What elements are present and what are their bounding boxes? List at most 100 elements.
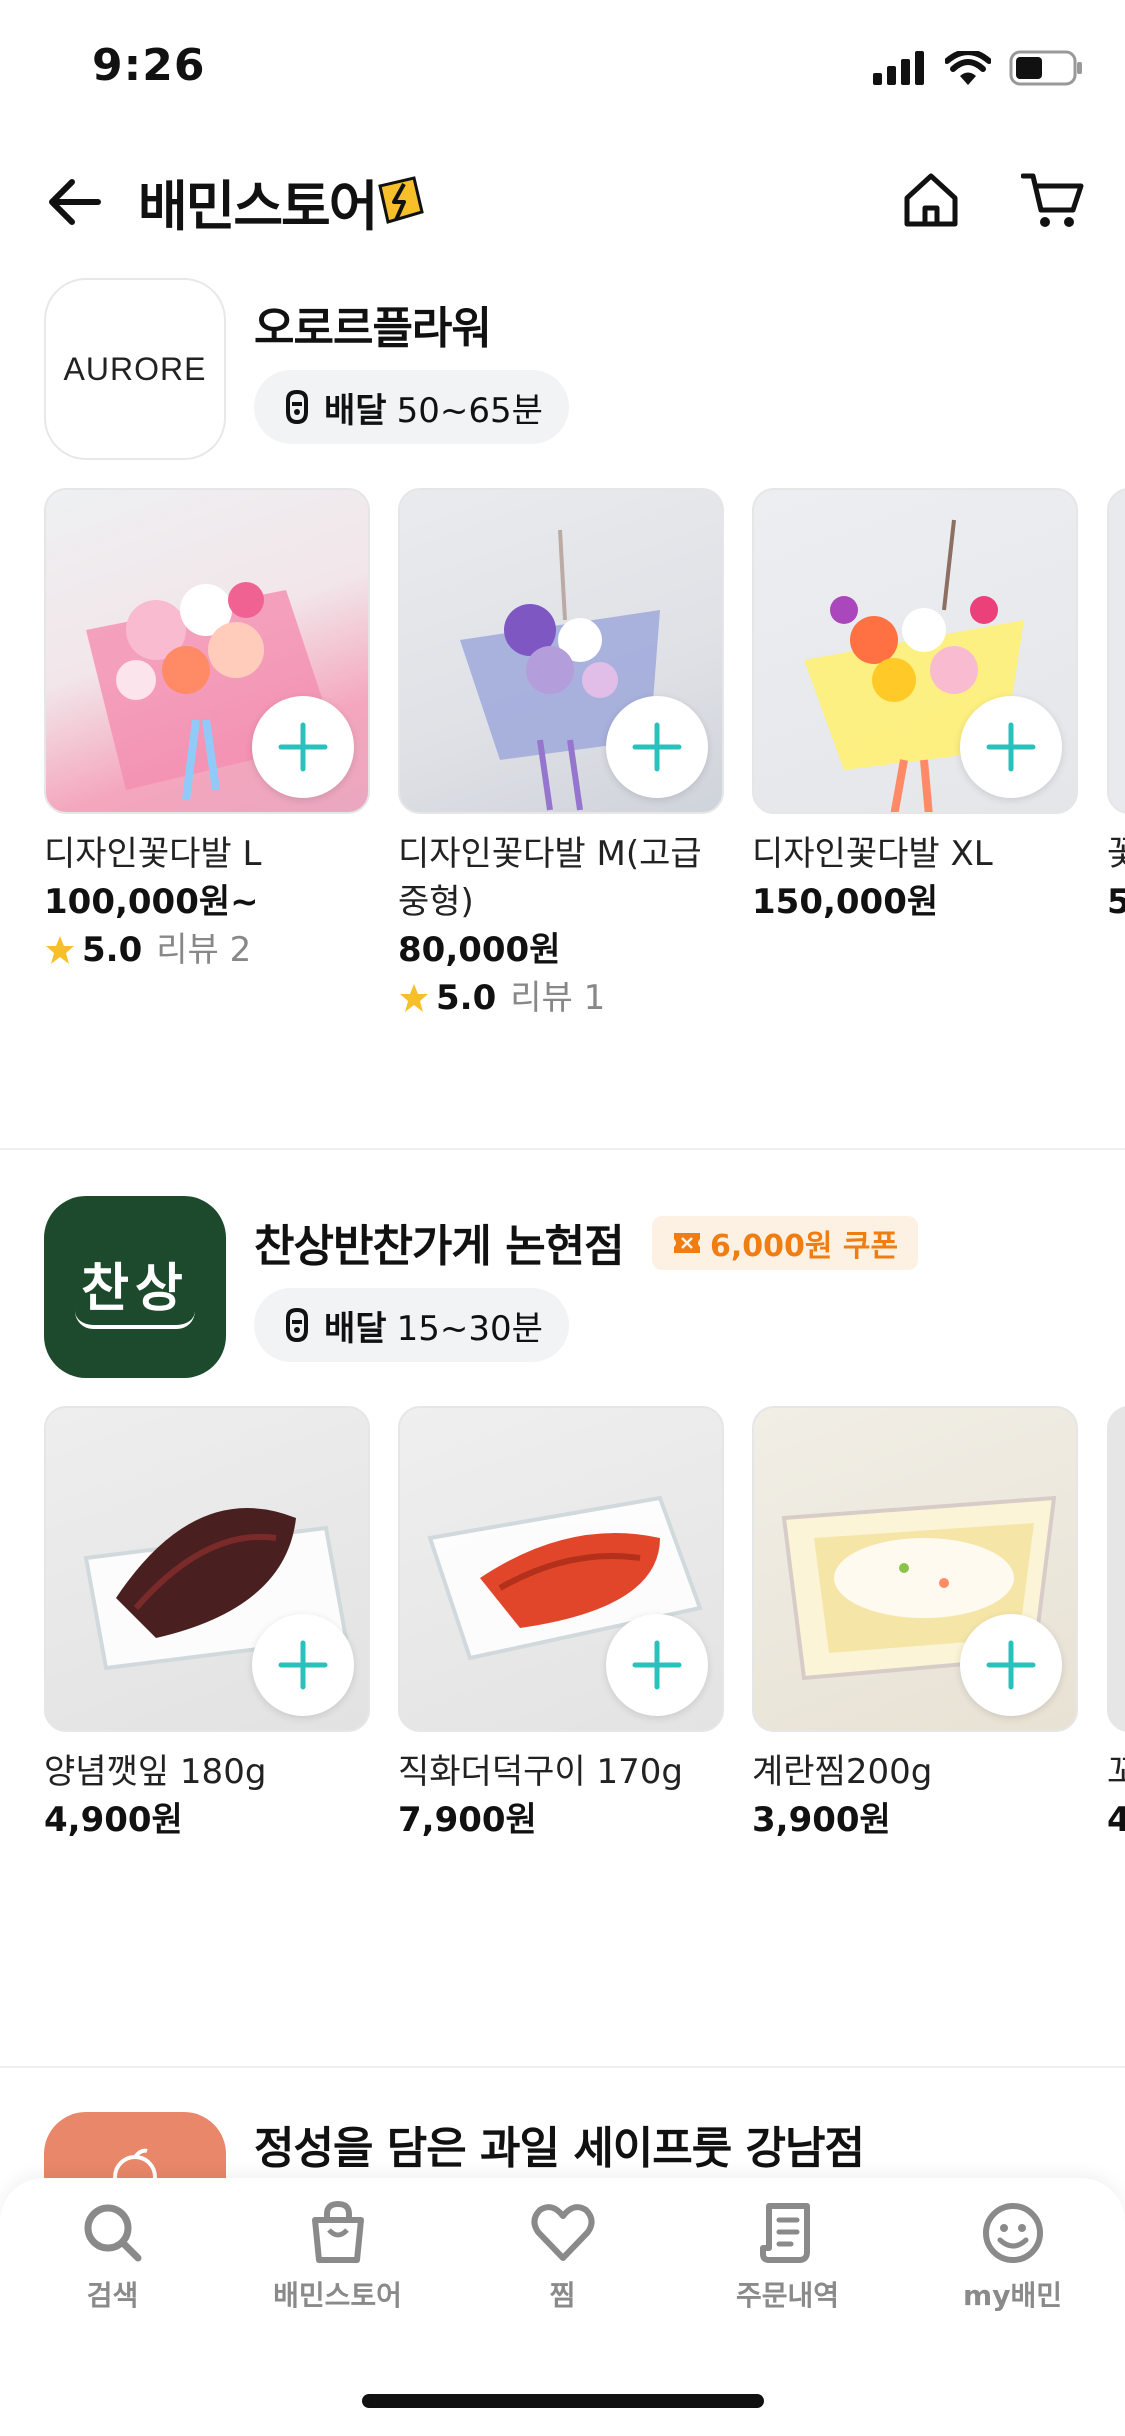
delivery-time: 15~30분: [396, 1308, 543, 1349]
status-time: 9:26: [92, 40, 206, 91]
peek-product-price: 4: [1107, 1800, 1125, 1840]
product-list: 디자인꽃다발 L 100,000원~ 5.0 리뷰 2 디자인꽃다발 M(고급중…: [44, 488, 1078, 1022]
product-image[interactable]: [44, 488, 370, 814]
back-arrow-icon: [49, 179, 101, 225]
nav-label: 주문내역: [735, 2279, 840, 2312]
product-image[interactable]: [398, 488, 724, 814]
nav-order-history[interactable]: 주문내역: [675, 2200, 900, 2314]
store-logo-text: 찬상: [81, 1258, 189, 1319]
ticket-icon: [674, 1233, 700, 1253]
peek-product-price: 5: [1107, 882, 1125, 922]
product-price: 3,900원: [752, 1800, 891, 1840]
store-name[interactable]: 오로르플라워: [254, 292, 492, 356]
header: 배민스토어: [0, 140, 1125, 260]
status-bar: 9:26: [0, 0, 1125, 140]
star-icon: [46, 936, 74, 964]
product-card-peek[interactable]: [1107, 1406, 1125, 1732]
product-name: 디자인꽃다발 XL: [752, 834, 993, 874]
product-price: 150,000원: [752, 882, 939, 922]
star-icon: [400, 984, 428, 1012]
coupon-text: 6,000원 쿠폰: [710, 1229, 899, 1264]
product-name: 디자인꽃다발 L: [44, 834, 262, 874]
plus-icon: [986, 722, 1036, 772]
product-list: 양념깻잎 180g 4,900원 직화더덕구이 170g 7,900원 계란찜2…: [44, 1406, 1078, 1844]
product-name: 디자인꽃다발 M(고급중형): [398, 834, 702, 922]
status-icons: [873, 50, 1083, 86]
plus-icon: [278, 1640, 328, 1690]
plus-icon: [632, 722, 682, 772]
nav-label: my배민: [963, 2279, 1062, 2312]
smiley-icon: [982, 2203, 1043, 2263]
shopping-bag-icon: [311, 2200, 364, 2263]
add-to-cart-button[interactable]: [606, 1614, 708, 1716]
review-count: 리뷰 1: [510, 978, 606, 1018]
plus-icon: [278, 722, 328, 772]
product-rating: 5.0 리뷰 2: [44, 926, 370, 974]
nav-favorites[interactable]: 찜: [450, 2200, 675, 2314]
delivery-time-chip: 배달 15~30분: [254, 1288, 569, 1362]
peek-product-name: 꽃: [1107, 834, 1125, 874]
section-divider: [0, 1148, 1125, 1150]
signal-icon: [873, 51, 924, 85]
product-card[interactable]: 디자인꽃다발 M(고급중형) 80,000원 5.0 리뷰 1: [398, 488, 724, 1022]
home-indicator[interactable]: [362, 2394, 764, 2408]
product-card[interactable]: 디자인꽃다발 L 100,000원~ 5.0 리뷰 2: [44, 488, 370, 1022]
product-card[interactable]: 양념깻잎 180g 4,900원: [44, 1406, 370, 1844]
add-to-cart-button[interactable]: [960, 1614, 1062, 1716]
product-card[interactable]: 계란찜200g 3,900원: [752, 1406, 1078, 1844]
product-price: 100,000원~: [44, 882, 259, 922]
product-image[interactable]: [398, 1406, 724, 1732]
delivery-rider-icon: [286, 389, 308, 425]
section-divider: [0, 2066, 1125, 2068]
cart-icon: [1021, 173, 1084, 227]
product-price: 80,000원: [398, 930, 561, 970]
store-name[interactable]: 찬상반찬가게 논현점: [254, 1210, 625, 1274]
product-image[interactable]: [752, 1406, 1078, 1732]
nav-label: 검색: [86, 2279, 139, 2312]
store-section: 찬상 찬상반찬가게 논현점 6,000원 쿠폰 배달 15~30분 양념깻잎 1…: [0, 1196, 1125, 1896]
heart-icon: [531, 2204, 594, 2261]
add-to-cart-button[interactable]: [960, 696, 1062, 798]
add-to-cart-button[interactable]: [252, 696, 354, 798]
coupon-badge[interactable]: 6,000원 쿠폰: [652, 1216, 919, 1270]
home-icon: [904, 173, 958, 227]
store-logo[interactable]: AURORE: [44, 278, 226, 460]
home-button[interactable]: [895, 164, 967, 236]
delivery-rider-icon: [286, 1307, 308, 1343]
receipt-icon: [759, 2203, 810, 2263]
search-icon: [84, 2204, 141, 2262]
plus-icon: [632, 1640, 682, 1690]
store-logo[interactable]: 찬상: [44, 1196, 226, 1378]
nav-label: 찜: [549, 2279, 576, 2312]
product-price: 7,900원: [398, 1800, 537, 1840]
review-count: 리뷰 2: [156, 930, 252, 970]
battery-icon: [1009, 50, 1082, 86]
peek-product-name: 꼬: [1107, 1752, 1125, 1792]
delivery-time: 50~65분: [396, 390, 543, 431]
add-to-cart-button[interactable]: [606, 696, 708, 798]
cart-button[interactable]: [1017, 164, 1089, 236]
delivery-label: 배달: [324, 1308, 387, 1349]
brand-bolt-icon: [378, 175, 425, 224]
store-logo-text: AURORE: [63, 350, 207, 387]
wifi-icon: [945, 51, 991, 85]
store-section: AURORE 오로르플라워 배달 50~65분 디자인꽃다발 L 100,000…: [0, 278, 1125, 1118]
product-rating: 5.0 리뷰 1: [398, 974, 724, 1022]
add-to-cart-button[interactable]: [252, 1614, 354, 1716]
store-name[interactable]: 정성을 담은 과일 세이프룻 강남점: [254, 2112, 865, 2176]
delivery-label: 배달: [324, 390, 387, 431]
delivery-time-chip: 배달 50~65분: [254, 370, 569, 444]
product-card-peek[interactable]: [1107, 488, 1125, 814]
nav-search[interactable]: 검색: [0, 2200, 225, 2314]
rating-score: 5.0: [436, 978, 497, 1018]
plus-icon: [986, 1640, 1036, 1690]
nav-baemin-store[interactable]: 배민스토어: [225, 2200, 450, 2314]
back-button[interactable]: [40, 168, 108, 236]
product-card[interactable]: 직화더덕구이 170g 7,900원: [398, 1406, 724, 1844]
product-image[interactable]: [44, 1406, 370, 1732]
nav-my-baemin[interactable]: my배민: [900, 2200, 1125, 2314]
product-image[interactable]: [752, 488, 1078, 814]
product-card[interactable]: 디자인꽃다발 XL 150,000원: [752, 488, 1078, 1022]
brand-title: 배민스토어: [138, 175, 378, 238]
product-price: 4,900원: [44, 1800, 183, 1840]
